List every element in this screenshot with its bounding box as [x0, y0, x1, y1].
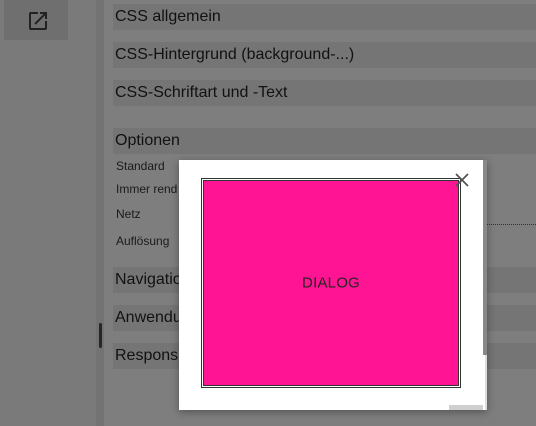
section-css-general[interactable]: CSS allgemein [113, 4, 536, 30]
close-icon [455, 173, 469, 187]
option-grid[interactable]: Netz [116, 207, 141, 221]
pane-divider [96, 0, 104, 426]
section-options[interactable]: Optionen [113, 128, 536, 154]
left-rail [0, 0, 96, 426]
dialog-close-button[interactable] [452, 170, 472, 190]
option-standard[interactable]: Standard [116, 159, 165, 173]
open-external-button[interactable] [4, 0, 68, 40]
dialog-content: DIALOG [201, 178, 461, 388]
dialog-scrollbar[interactable] [483, 160, 487, 355]
resize-handle[interactable] [99, 323, 102, 348]
dialog-label: DIALOG [302, 274, 360, 292]
dialog-scrollbar-track [485, 355, 487, 410]
open-in-new-icon [29, 12, 47, 30]
dialog: DIALOG [179, 160, 487, 410]
section-css-background[interactable]: CSS-Hintergrund (background-...) [113, 42, 536, 68]
option-always-render[interactable]: Immer rend [116, 182, 177, 196]
section-css-font[interactable]: CSS-Schriftart und -Text [113, 80, 536, 106]
option-resolution[interactable]: Auflösung [116, 234, 169, 248]
dialog-horizontal-scrollbar[interactable] [449, 405, 483, 410]
